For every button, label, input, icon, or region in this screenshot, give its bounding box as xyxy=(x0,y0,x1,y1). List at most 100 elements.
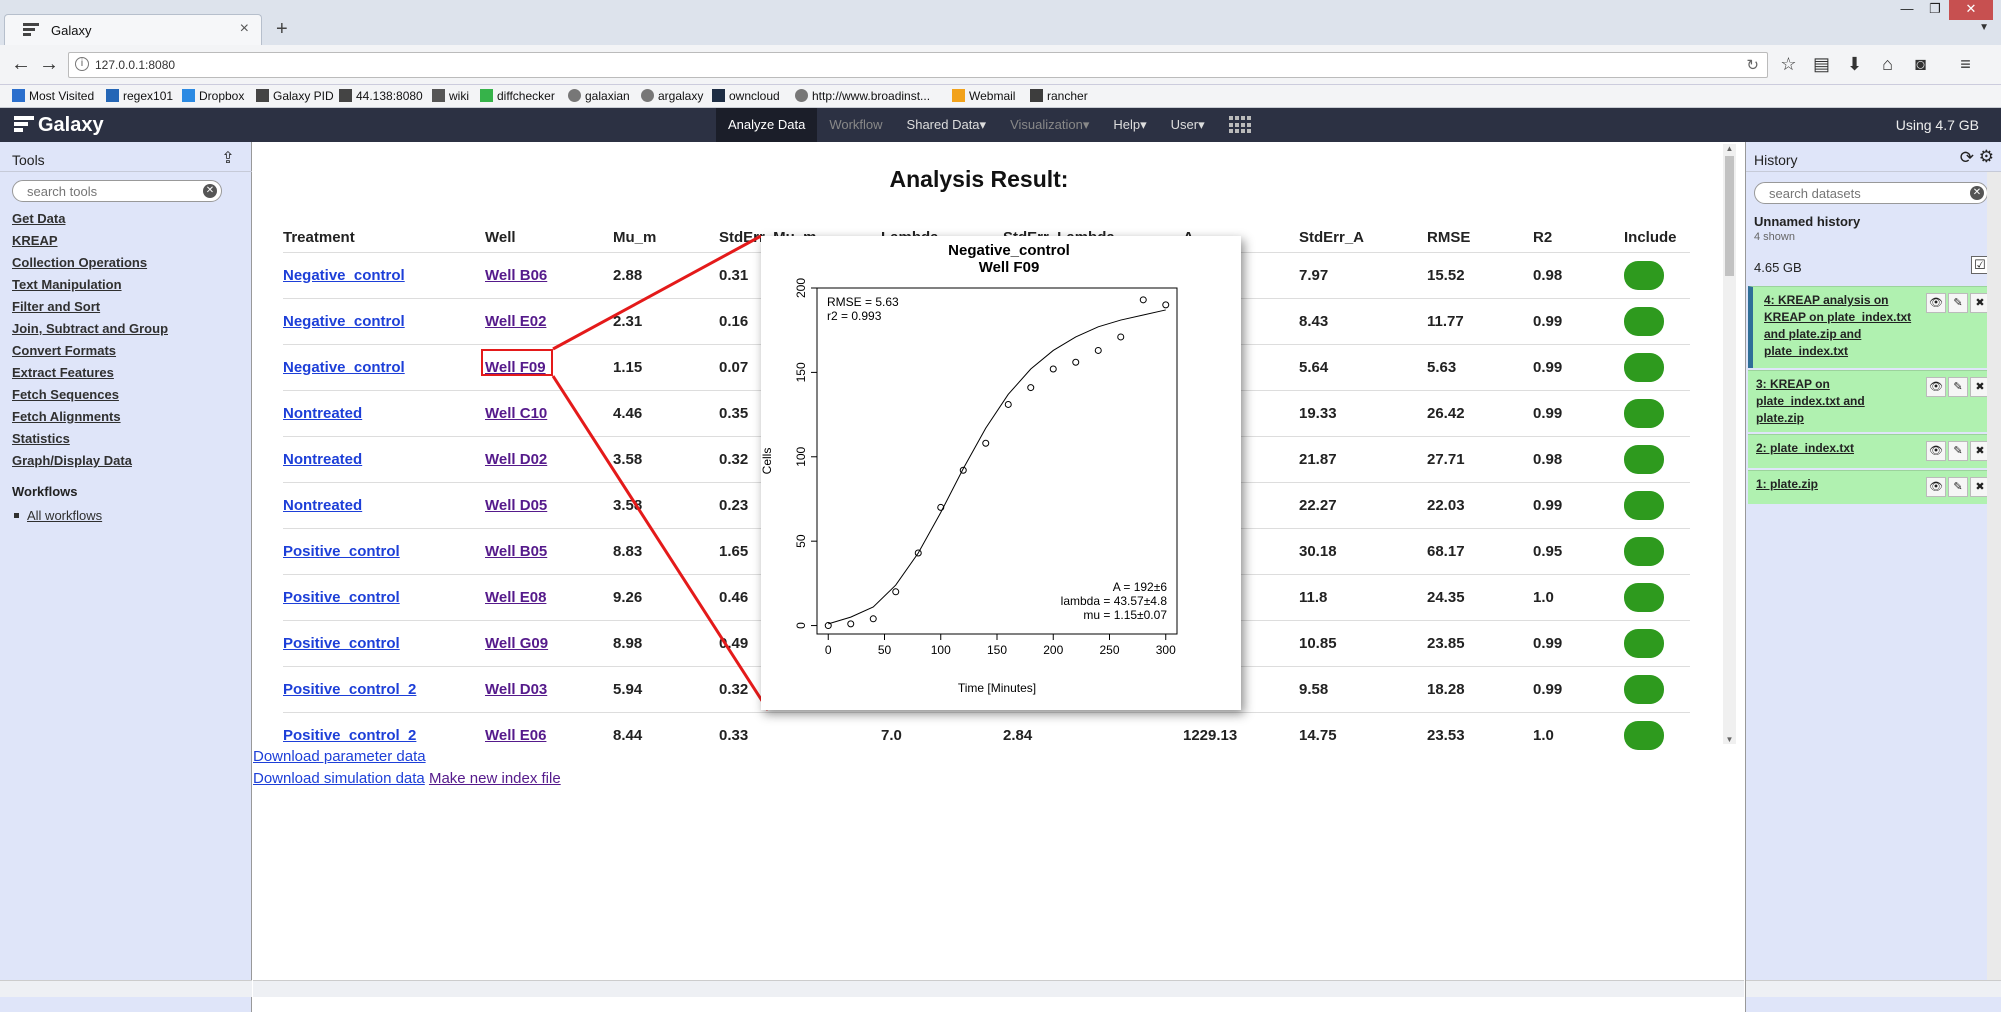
gear-icon[interactable]: ⚙ xyxy=(1979,147,1994,167)
bookmark-most-visited[interactable]: Most Visited xyxy=(12,89,94,103)
tool-section-filter-and-sort[interactable]: Filter and Sort xyxy=(12,296,168,318)
center-horizontal-scrollbar[interactable] xyxy=(253,980,1744,997)
nav-user[interactable]: User▾ xyxy=(1159,108,1217,142)
tab-list-icon[interactable]: ▼ xyxy=(1979,22,1989,33)
maximize-icon[interactable]: ❐ xyxy=(1921,0,1949,20)
clear-search-icon[interactable]: ✕ xyxy=(1970,186,1984,200)
history-horizontal-scrollbar[interactable] xyxy=(1746,980,2001,997)
tool-section-collection-operations[interactable]: Collection Operations xyxy=(12,252,168,274)
tool-section-fetch-alignments[interactable]: Fetch Alignments xyxy=(12,406,168,428)
apps-grid-icon[interactable] xyxy=(1228,116,1251,134)
dataset-item[interactable]: 1: plate.zip 👁 ✎ ✖ xyxy=(1748,470,1996,504)
tool-section-fetch-sequences[interactable]: Fetch Sequences xyxy=(12,384,168,406)
treatment-link[interactable]: Positive_control xyxy=(283,543,400,560)
nav-visualization[interactable]: Visualization▾ xyxy=(998,108,1101,142)
well-link[interactable]: Well D03 xyxy=(485,681,547,698)
history-scrollbar[interactable] xyxy=(1987,172,2001,980)
bookmark-argalaxy[interactable]: argalaxy xyxy=(641,89,703,103)
well-link[interactable]: Well E08 xyxy=(485,589,546,606)
dataset-title[interactable]: 4: KREAP analysis on KREAP on plate_inde… xyxy=(1764,292,1924,360)
minimize-icon[interactable]: — xyxy=(1893,0,1921,20)
bookmark-diffchecker[interactable]: diffchecker xyxy=(480,89,555,103)
eye-icon[interactable]: 👁 xyxy=(1926,441,1946,461)
browser-tab[interactable]: Galaxy × xyxy=(4,14,262,45)
url-text[interactable]: 127.0.0.1:8080 xyxy=(95,58,175,72)
nav-shared-data[interactable]: Shared Data▾ xyxy=(895,108,999,142)
include-toggle[interactable] xyxy=(1624,352,1664,382)
pocket-icon[interactable]: ◙ xyxy=(1910,53,1931,75)
treatment-link[interactable]: Nontreated xyxy=(283,451,362,468)
bookmark-regex101[interactable]: regex101 xyxy=(106,89,173,103)
scroll-up-icon[interactable]: ▲ xyxy=(1723,144,1736,153)
treatment-link[interactable]: Negative_control xyxy=(283,313,405,330)
well-link[interactable]: Well B06 xyxy=(485,267,547,284)
include-toggle[interactable] xyxy=(1624,674,1664,704)
treatment-link[interactable]: Negative_control xyxy=(283,267,405,284)
pencil-icon[interactable]: ✎ xyxy=(1948,293,1968,313)
tool-section-get-data[interactable]: Get Data xyxy=(12,208,168,230)
treatment-link[interactable]: Positive_control_2 xyxy=(283,681,416,698)
new-tab-button[interactable]: + xyxy=(276,18,288,41)
make-new-index-file-link[interactable]: Make new index file xyxy=(429,770,561,787)
dataset-title[interactable]: 1: plate.zip xyxy=(1756,476,1916,493)
center-scrollbar[interactable]: ▲ ▼ xyxy=(1723,144,1736,744)
well-link[interactable]: Well D05 xyxy=(485,497,547,514)
tool-section-text-manipulation[interactable]: Text Manipulation xyxy=(12,274,168,296)
back-icon[interactable]: ← xyxy=(8,53,34,77)
treatment-link[interactable]: Nontreated xyxy=(283,497,362,514)
scrollbar-thumb[interactable] xyxy=(1725,156,1734,276)
tool-section-graph-display-data[interactable]: Graph/Display Data xyxy=(12,450,168,472)
history-name[interactable]: Unnamed history xyxy=(1754,214,1860,229)
bookmark-dropbox[interactable]: Dropbox xyxy=(182,89,244,103)
bookmark-star-icon[interactable]: ☆ xyxy=(1778,53,1799,75)
tool-section-convert-formats[interactable]: Convert Formats xyxy=(12,340,168,362)
include-toggle[interactable] xyxy=(1624,490,1664,520)
all-workflows-link[interactable]: All workflows xyxy=(14,508,102,523)
treatment-link[interactable]: Positive_control xyxy=(283,635,400,652)
clear-search-icon[interactable]: ✕ xyxy=(203,184,217,198)
tool-panel-scrollbar[interactable] xyxy=(0,980,252,997)
nav-workflow[interactable]: Workflow xyxy=(817,108,894,142)
eye-icon[interactable]: 👁 xyxy=(1926,293,1946,313)
upload-icon[interactable]: ⇪ xyxy=(218,148,238,168)
window-close-icon[interactable]: ✕ xyxy=(1949,0,1993,20)
info-icon[interactable]: i xyxy=(75,57,89,71)
dataset-item[interactable]: 2: plate_index.txt 👁 ✎ ✖ xyxy=(1748,434,1996,468)
refresh-icon[interactable]: ⟳ xyxy=(1960,148,1974,168)
eye-icon[interactable]: 👁 xyxy=(1926,377,1946,397)
menu-icon[interactable]: ≡ xyxy=(1955,53,1976,75)
include-toggle[interactable] xyxy=(1624,628,1664,658)
galaxy-brand[interactable]: Galaxy xyxy=(38,114,104,137)
well-link[interactable]: Well E06 xyxy=(485,727,546,744)
download-parameter-data-link[interactable]: Download parameter data xyxy=(253,748,426,765)
treatment-link[interactable]: Negative_control xyxy=(283,359,405,376)
tool-section-kreap[interactable]: KREAP xyxy=(12,230,168,252)
reading-list-icon[interactable]: ▤ xyxy=(1811,53,1832,75)
tool-section-statistics[interactable]: Statistics xyxy=(12,428,168,450)
include-toggle[interactable] xyxy=(1624,398,1664,428)
well-link[interactable]: Well D02 xyxy=(485,451,547,468)
bookmark-broadinst[interactable]: http://www.broadinst... xyxy=(795,89,930,103)
well-link[interactable]: Well C10 xyxy=(485,405,547,422)
dataset-search-input[interactable] xyxy=(1754,182,1988,204)
pencil-icon[interactable]: ✎ xyxy=(1948,441,1968,461)
bookmark-rancher[interactable]: rancher xyxy=(1030,89,1088,103)
tool-search-input[interactable] xyxy=(12,180,222,202)
bookmark-owncloud[interactable]: owncloud xyxy=(712,89,780,103)
tool-section-extract-features[interactable]: Extract Features xyxy=(12,362,168,384)
pencil-icon[interactable]: ✎ xyxy=(1948,477,1968,497)
well-link[interactable]: Well E02 xyxy=(485,313,546,330)
tool-section-join-subtract-group[interactable]: Join, Subtract and Group xyxy=(12,318,168,340)
dataset-title[interactable]: 2: plate_index.txt xyxy=(1756,440,1916,457)
bookmark-galaxian[interactable]: galaxian xyxy=(568,89,630,103)
include-toggle[interactable] xyxy=(1624,306,1664,336)
bookmark-wiki[interactable]: wiki xyxy=(432,89,469,103)
well-link[interactable]: Well B05 xyxy=(485,543,547,560)
treatment-link[interactable]: Positive_control_2 xyxy=(283,727,416,744)
download-simulation-data-link[interactable]: Download simulation data xyxy=(253,770,425,787)
home-icon[interactable]: ⌂ xyxy=(1877,53,1898,75)
dataset-item[interactable]: 4: KREAP analysis on KREAP on plate_inde… xyxy=(1748,286,1996,368)
url-bar[interactable]: i 127.0.0.1:8080 ↻ xyxy=(68,52,1768,78)
treatment-link[interactable]: Positive_control xyxy=(283,589,400,606)
quota-meter[interactable]: Using 4.7 GB xyxy=(1896,117,1979,133)
